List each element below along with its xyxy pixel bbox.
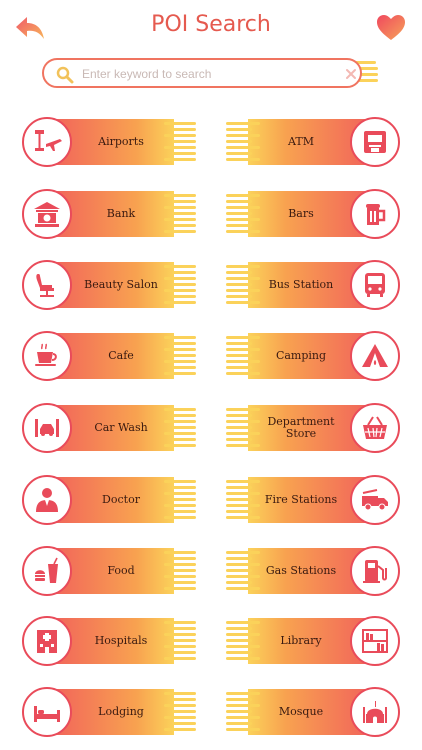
poi-category-bus-station-button[interactable]: Bus Station — [224, 260, 400, 310]
car-wash-icon — [35, 419, 59, 437]
poi-category-beauty-salon-button[interactable]: Beauty Salon — [22, 260, 198, 310]
poi-category-label: Fire Stations — [264, 493, 338, 506]
poi-category-label: Food — [107, 564, 135, 577]
poi-category-library-button[interactable]: Library — [224, 616, 400, 666]
poi-category-label: ATM — [288, 135, 314, 148]
poi-category-label: Cafe — [108, 349, 134, 362]
poi-category-label: Doctor — [102, 493, 140, 506]
basket-icon — [363, 416, 387, 439]
doctor-icon — [36, 488, 58, 512]
salon-chair-icon — [36, 274, 54, 297]
poi-category-label: Mosque — [278, 705, 324, 718]
poi-category-grid: Airports ATM Bank Bars Beauty Salon Bus Stati… — [0, 0, 422, 750]
basket-icon-container — [350, 403, 400, 453]
beer-mug-icon — [366, 204, 386, 225]
bank-icon — [34, 202, 60, 227]
poi-category-lodging-button[interactable]: Lodging — [22, 687, 198, 737]
poi-category-gas-stations-button[interactable]: Gas Stations — [224, 546, 400, 596]
hospital-icon-container — [22, 616, 72, 666]
atm-icon-container — [350, 117, 400, 167]
car-wash-icon-container — [22, 403, 72, 453]
poi-category-car-wash-button[interactable]: Car Wash — [22, 403, 198, 453]
bus-icon-container — [350, 260, 400, 310]
mosque-icon — [363, 701, 387, 723]
poi-category-label: Beauty Salon — [84, 278, 158, 291]
bed-icon — [34, 706, 60, 722]
poi-category-department-store-button[interactable]: Department Store — [224, 403, 400, 453]
poi-category-label: Bus Station — [268, 278, 334, 291]
doctor-icon-container — [22, 475, 72, 525]
poi-category-label: Camping — [275, 349, 327, 362]
tent-icon-container — [350, 331, 400, 381]
poi-category-bars-button[interactable]: Bars — [224, 189, 400, 239]
fire-truck-icon — [362, 489, 388, 511]
gas-pump-icon — [363, 560, 387, 583]
poi-category-food-button[interactable]: Food — [22, 546, 198, 596]
tent-icon — [362, 344, 388, 367]
poi-category-doctor-button[interactable]: Doctor — [22, 475, 198, 525]
airport-icon — [35, 130, 62, 151]
hospital-icon — [37, 630, 57, 653]
fast-food-icon-container — [22, 546, 72, 596]
poi-category-label: Library — [280, 634, 322, 647]
fast-food-icon — [35, 557, 58, 583]
poi-category-hospitals-button[interactable]: Hospitals — [22, 616, 198, 666]
fire-truck-icon-container — [350, 475, 400, 525]
poi-category-camping-button[interactable]: Camping — [224, 331, 400, 381]
coffee-cup-icon-container — [22, 331, 72, 381]
bookshelf-icon — [362, 629, 388, 653]
poi-category-label: Bars — [288, 207, 314, 220]
poi-category-label: Bank — [106, 207, 136, 220]
bookshelf-icon-container — [350, 616, 400, 666]
gas-pump-icon-container — [350, 546, 400, 596]
poi-category-label: Car Wash — [94, 421, 148, 434]
coffee-cup-icon — [35, 343, 57, 366]
poi-category-label: Gas Stations — [265, 564, 337, 577]
poi-category-label: Lodging — [98, 705, 144, 718]
bank-icon-container — [22, 189, 72, 239]
salon-chair-icon-container — [22, 260, 72, 310]
poi-category-label: Department Store — [267, 415, 335, 440]
poi-category-label: Hospitals — [94, 634, 148, 647]
poi-category-atm-button[interactable]: ATM — [224, 117, 400, 167]
mosque-icon-container — [350, 687, 400, 737]
beer-mug-icon-container — [350, 189, 400, 239]
poi-category-mosque-button[interactable]: Mosque — [224, 687, 400, 737]
bus-icon — [365, 273, 385, 297]
airport-icon-container — [22, 117, 72, 167]
atm-icon — [364, 131, 386, 153]
poi-category-cafe-button[interactable]: Cafe — [22, 331, 198, 381]
bed-icon-container — [22, 687, 72, 737]
poi-category-airports-button[interactable]: Airports — [22, 117, 198, 167]
poi-category-fire-stations-button[interactable]: Fire Stations — [224, 475, 400, 525]
poi-category-label: Airports — [98, 135, 144, 148]
poi-category-bank-button[interactable]: Bank — [22, 189, 198, 239]
